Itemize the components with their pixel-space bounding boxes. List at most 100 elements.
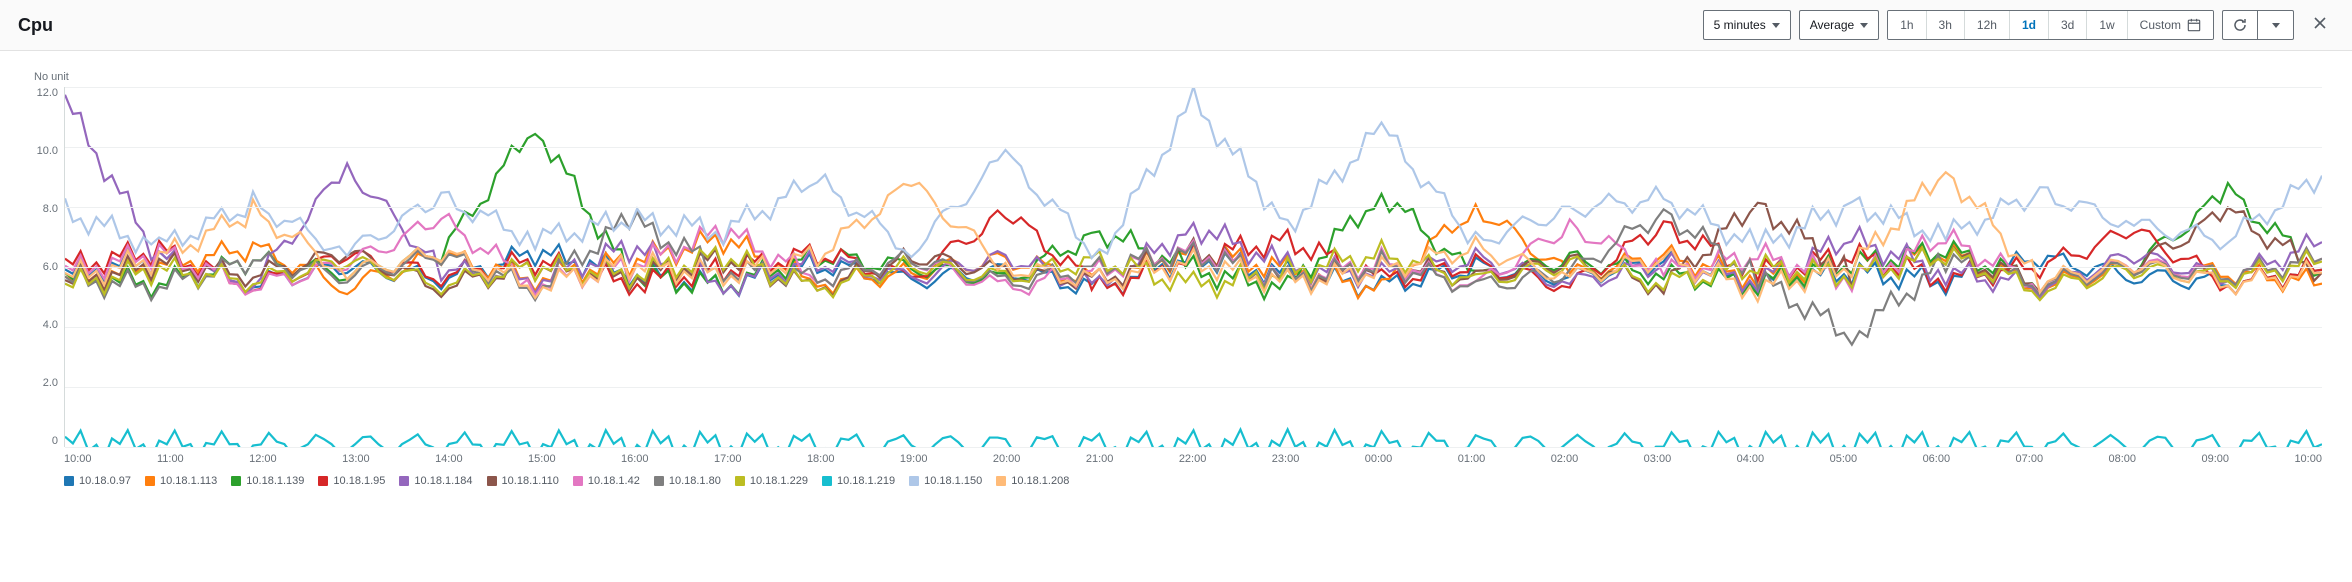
- x-tick: 08:00: [2109, 453, 2137, 465]
- legend-item[interactable]: 10.18.1.229: [735, 475, 808, 487]
- caret-down-icon: [1860, 23, 1868, 28]
- range-1w[interactable]: 1w: [2087, 11, 2127, 39]
- gridline: [65, 387, 2322, 388]
- refresh-options-button[interactable]: [2258, 10, 2294, 40]
- x-tick: 00:00: [1365, 453, 1393, 465]
- legend-swatch: [822, 476, 832, 486]
- period-dropdown-label: 5 minutes: [1714, 18, 1766, 32]
- close-icon: [2312, 15, 2328, 31]
- legend-swatch: [573, 476, 583, 486]
- y-tick: 8.0: [43, 203, 58, 215]
- x-tick: 01:00: [1458, 453, 1486, 465]
- y-tick: 4.0: [43, 319, 58, 331]
- y-tick: 2.0: [43, 377, 58, 389]
- legend-swatch: [145, 476, 155, 486]
- x-tick: 23:00: [1272, 453, 1300, 465]
- x-tick: 02:00: [1551, 453, 1579, 465]
- gridline: [65, 147, 2322, 148]
- y-tick: 12.0: [37, 87, 58, 99]
- chart-area: No unit 12.0 10.0 8.0 6.0 4.0 2.0 0 10:00 11:00…: [0, 51, 2352, 497]
- gridline: [65, 207, 2322, 208]
- range-custom-label: Custom: [2140, 18, 2181, 32]
- statistic-dropdown[interactable]: Average: [1799, 10, 1879, 40]
- range-1h[interactable]: 1h: [1888, 11, 1926, 39]
- calendar-icon: [2187, 18, 2201, 32]
- range-custom[interactable]: Custom: [2128, 11, 2213, 39]
- refresh-icon: [2232, 17, 2248, 33]
- x-axis: 10:0011:0012:0013:0014:0015:0016:0017:00…: [64, 447, 2322, 465]
- range-3d[interactable]: 3d: [2049, 11, 2087, 39]
- y-tick: 0: [52, 435, 58, 447]
- y-axis-label: No unit: [34, 71, 2322, 83]
- legend-label: 10.18.0.97: [79, 475, 131, 487]
- legend-swatch: [399, 476, 409, 486]
- legend-label: 10.18.1.150: [924, 475, 982, 487]
- x-tick: 04:00: [1737, 453, 1765, 465]
- legend-item[interactable]: 10.18.1.42: [573, 475, 640, 487]
- x-tick: 19:00: [900, 453, 928, 465]
- x-tick: 22:00: [1179, 453, 1207, 465]
- x-tick: 20:00: [993, 453, 1021, 465]
- x-tick: 15:00: [528, 453, 556, 465]
- plot-canvas[interactable]: [64, 87, 2322, 447]
- legend-item[interactable]: 10.18.1.184: [399, 475, 472, 487]
- x-tick: 06:00: [1923, 453, 1951, 465]
- legend-label: 10.18.1.229: [750, 475, 808, 487]
- legend-item[interactable]: 10.18.1.80: [654, 475, 721, 487]
- legend-swatch: [735, 476, 745, 486]
- series-line[interactable]: [65, 209, 2322, 344]
- y-axis: 12.0 10.0 8.0 6.0 4.0 2.0 0: [30, 87, 64, 447]
- time-range-group: 1h 3h 12h 1d 3d 1w Custom: [1887, 10, 2214, 40]
- x-tick: 12:00: [249, 453, 277, 465]
- x-tick: 10:00: [2294, 453, 2322, 465]
- legend-item[interactable]: 10.18.0.97: [64, 475, 131, 487]
- x-tick: 17:00: [714, 453, 742, 465]
- x-tick: 14:00: [435, 453, 463, 465]
- legend-swatch: [487, 476, 497, 486]
- x-tick: 09:00: [2201, 453, 2229, 465]
- legend-swatch: [909, 476, 919, 486]
- legend-item[interactable]: 10.18.1.139: [231, 475, 304, 487]
- legend-swatch: [231, 476, 241, 486]
- caret-down-icon: [1772, 23, 1780, 28]
- legend-item[interactable]: 10.18.1.113: [145, 475, 217, 487]
- legend-label: 10.18.1.219: [837, 475, 895, 487]
- x-tick: 21:00: [1086, 453, 1114, 465]
- x-tick: 05:00: [1830, 453, 1858, 465]
- legend-label: 10.18.1.113: [160, 475, 217, 487]
- refresh-button-group: [2222, 10, 2294, 40]
- caret-down-icon: [2272, 23, 2280, 28]
- legend-item[interactable]: 10.18.1.110: [487, 475, 559, 487]
- legend-item[interactable]: 10.18.1.208: [996, 475, 1069, 487]
- gridline: [65, 267, 2322, 268]
- series-line[interactable]: [65, 429, 2322, 447]
- gridline: [65, 327, 2322, 328]
- y-tick: 6.0: [43, 261, 58, 273]
- legend: 10.18.0.97 10.18.1.113 10.18.1.139 10.18.1.…: [64, 475, 2322, 487]
- range-1d[interactable]: 1d: [2010, 11, 2049, 39]
- legend-label: 10.18.1.42: [588, 475, 640, 487]
- legend-label: 10.18.1.110: [502, 475, 559, 487]
- x-tick: 18:00: [807, 453, 835, 465]
- legend-swatch: [318, 476, 328, 486]
- panel-title: Cpu: [18, 15, 53, 36]
- x-tick: 11:00: [157, 453, 184, 465]
- x-tick: 07:00: [2016, 453, 2044, 465]
- toolbar: 5 minutes Average 1h 3h 12h 1d 3d 1w Cus…: [1703, 10, 2334, 40]
- legend-swatch: [64, 476, 74, 486]
- range-12h[interactable]: 12h: [1965, 11, 2010, 39]
- statistic-dropdown-label: Average: [1810, 18, 1854, 32]
- legend-item[interactable]: 10.18.1.219: [822, 475, 895, 487]
- gridline: [65, 447, 2322, 448]
- x-tick: 10:00: [64, 453, 92, 465]
- legend-item[interactable]: 10.18.1.150: [909, 475, 982, 487]
- legend-item[interactable]: 10.18.1.95: [318, 475, 385, 487]
- close-button[interactable]: [2306, 14, 2334, 37]
- period-dropdown[interactable]: 5 minutes: [1703, 10, 1791, 40]
- legend-label: 10.18.1.80: [669, 475, 721, 487]
- plot: 12.0 10.0 8.0 6.0 4.0 2.0 0: [30, 87, 2322, 447]
- refresh-button[interactable]: [2222, 10, 2258, 40]
- range-3h[interactable]: 3h: [1927, 11, 1965, 39]
- y-tick: 10.0: [37, 145, 58, 157]
- legend-swatch: [996, 476, 1006, 486]
